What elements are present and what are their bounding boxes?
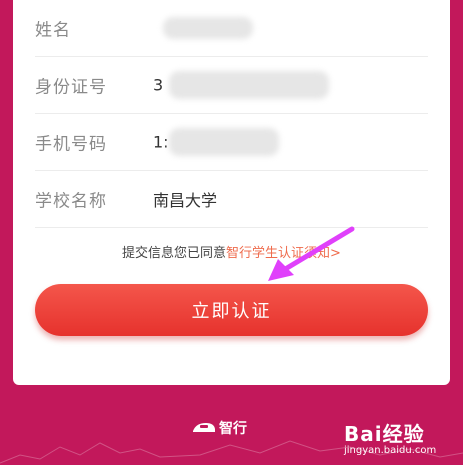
zhixing-logo: 智行: [192, 418, 247, 438]
zhixing-logo-text: 智行: [219, 421, 247, 437]
name-label: 姓名: [35, 20, 71, 41]
phone-row[interactable]: 手机号码 1:: [35, 114, 428, 171]
phone-label: 手机号码: [35, 134, 107, 155]
id-number-row[interactable]: 身份证号 3: [35, 57, 428, 114]
verify-now-button[interactable]: 立即认证: [35, 284, 428, 336]
id-number-label: 身份证号: [35, 77, 107, 98]
annotation-arrow-icon: [268, 226, 355, 281]
school-row[interactable]: 学校名称 南昌大学: [35, 171, 428, 228]
school-value[interactable]: 南昌大学: [153, 187, 217, 211]
agreement-prefix: 提交信息您已同意: [122, 246, 227, 261]
watermark-domain: jingyan.baidu.com: [344, 445, 437, 456]
phone-redaction: [169, 128, 279, 156]
train-icon: [193, 423, 215, 432]
baidu-jingyan-watermark: Bai经验 jingyan.baidu.com: [344, 418, 436, 456]
name-row[interactable]: 姓名: [35, 0, 428, 57]
name-redaction: [163, 17, 253, 39]
school-label: 学校名称: [35, 191, 107, 212]
id-number-redaction: [169, 71, 329, 99]
phone-value[interactable]: 1:: [153, 133, 169, 152]
verification-form-card: 姓名 身份证号 3 手机号码 1: 学校名称 南昌大学 提交信息您已同意智行学生…: [13, 0, 450, 385]
agreement-text: 提交信息您已同意智行学生认证须知>: [13, 242, 450, 261]
id-number-value[interactable]: 3: [153, 76, 163, 95]
watermark-brand: Bai经验: [344, 422, 425, 446]
